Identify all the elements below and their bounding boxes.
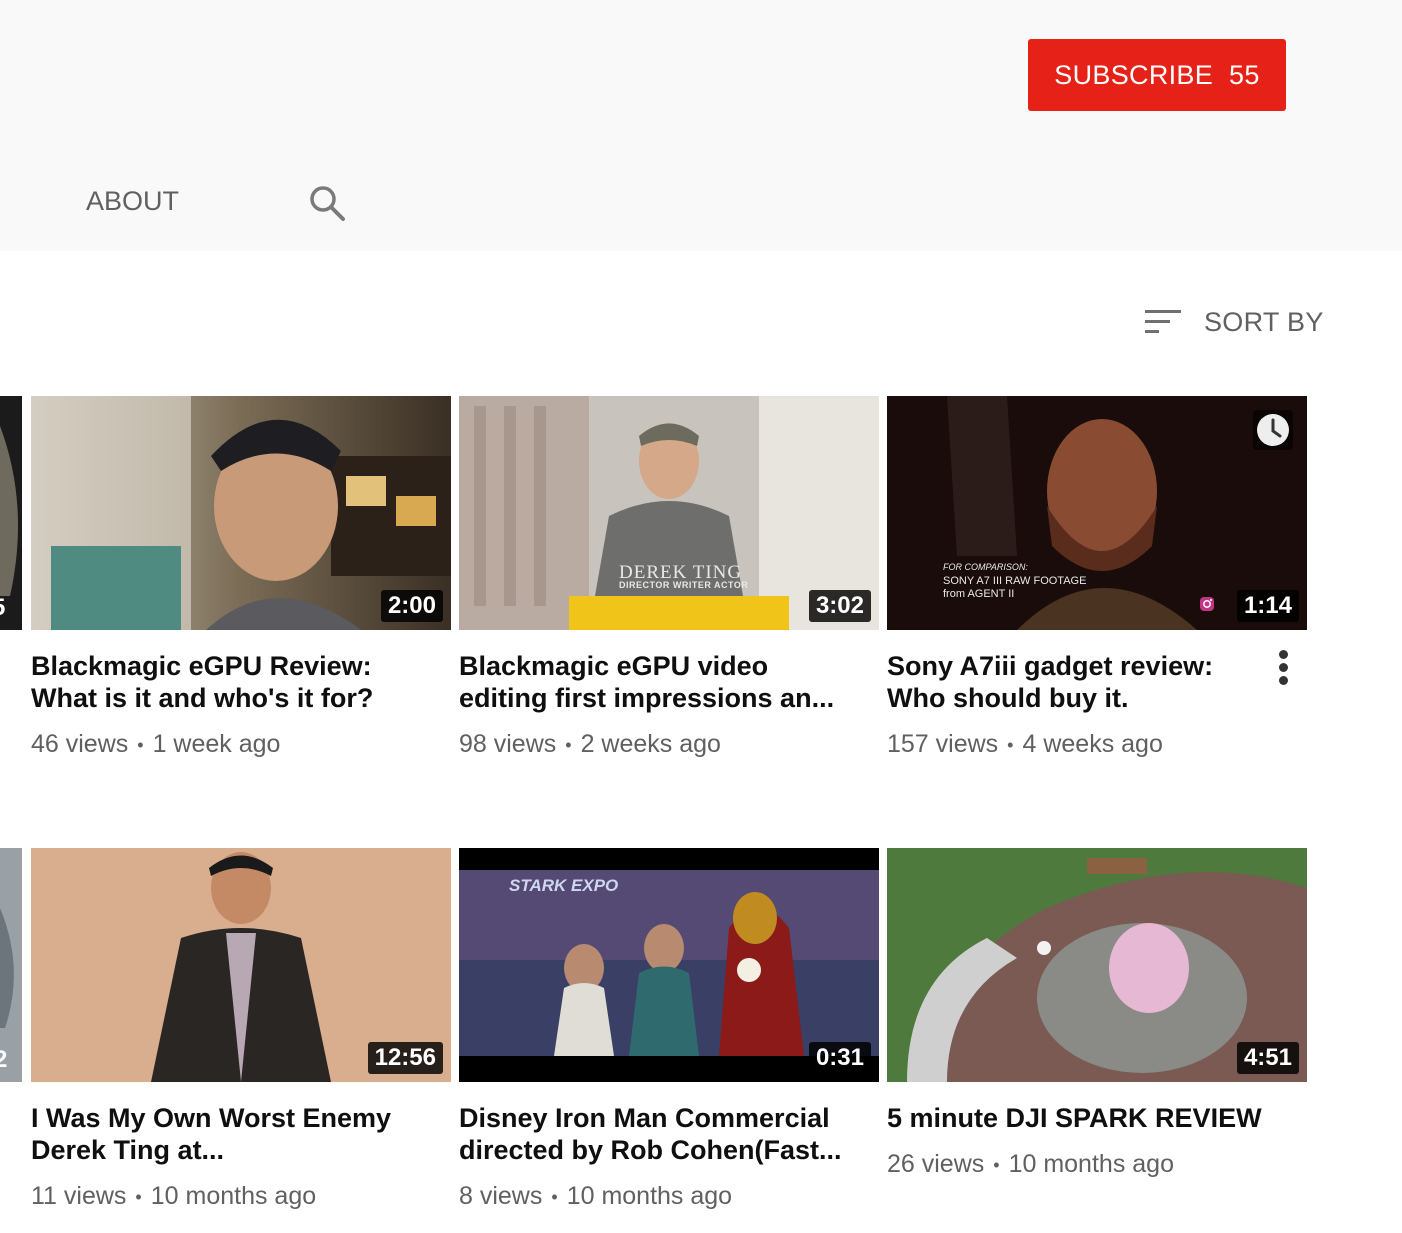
partial-video-thumbnail[interactable]: 5 [0,396,22,630]
video-meta: 26 views • 10 months ago [887,1150,1307,1179]
video-meta: 8 views • 10 months ago [459,1182,879,1211]
subscriber-count: 55 [1229,59,1260,90]
duration-badge: 1:14 [1236,590,1299,622]
view-count: 11 views [31,1182,127,1210]
view-count: 46 views [31,730,129,758]
upload-age: 1 week ago [152,730,281,758]
video-card[interactable]: 12:56 I Was My Own Worst Enemy Derek Tin… [31,848,451,1211]
view-count: 26 views [887,1150,985,1178]
thumbnail-overlay-text: FOR COMPARISON: [943,562,1028,572]
video-card[interactable]: STARK EXPO 0:31 Disney Iron Man Commerci… [459,848,879,1211]
separator-dot: • [137,734,144,755]
separator-dot: • [993,1154,1000,1175]
subscribe-label: SUBSCRIBE [1054,59,1214,90]
tab-about[interactable]: ABOUT [86,186,179,217]
upload-age: 10 months ago [150,1182,317,1210]
video-title[interactable]: Sony A7iii gadget review: Who should buy… [887,650,1277,714]
video-thumbnail[interactable]: STARK EXPO 0:31 [459,848,879,1082]
video-meta: 157 views • 4 weeks ago [887,730,1307,759]
video-card[interactable]: 4:51 5 minute DJI SPARK REVIEW 26 views •… [887,848,1307,1179]
video-title[interactable]: 5 minute DJI SPARK REVIEW [887,1102,1277,1134]
sort-icon [1145,310,1181,333]
thumbnail-overlay-subtext: DIRECTOR WRITER ACTOR [619,580,749,590]
thumbnail-overlay-text: STARK EXPO [509,876,619,895]
watch-later-button[interactable] [1253,410,1293,450]
video-meta: 98 views • 2 weeks ago [459,730,879,759]
video-thumbnail[interactable]: FOR COMPARISON: SONY A7 III RAW FOOTAGE … [887,396,1307,630]
upload-age: 4 weeks ago [1022,730,1163,758]
separator-dot: • [565,734,572,755]
video-thumbnail[interactable]: 12:56 [31,848,451,1082]
video-title[interactable]: I Was My Own Worst Enemy Derek Ting at..… [31,1102,421,1166]
video-card[interactable]: 2:00 Blackmagic eGPU Review: What is it … [31,396,451,759]
channel-header: SUBSCRIBE 55 ABOUT [0,0,1402,251]
view-count: 157 views [887,730,999,758]
separator-dot: • [135,1186,142,1207]
video-card[interactable]: DEREK TING DIRECTOR WRITER ACTOR 3:02 Bl… [459,396,879,759]
sort-by-button[interactable]: SORT BY [1142,300,1324,344]
duration-badge: 0:31 [808,1042,871,1074]
duration-badge: 2:00 [380,590,443,622]
upload-age: 10 months ago [1008,1150,1174,1178]
video-title[interactable]: Blackmagic eGPU Review: What is it and w… [31,650,421,714]
thumbnail-overlay-text: from AGENT II [943,588,1015,600]
video-card[interactable]: FOR COMPARISON: SONY A7 III RAW FOOTAGE … [887,396,1307,759]
separator-dot: • [551,1186,558,1207]
search-icon[interactable] [306,182,348,224]
clock-icon [1257,414,1289,446]
duration-badge: 5 [0,594,5,622]
video-thumbnail[interactable]: 4:51 [887,848,1307,1082]
duration-badge: 4:51 [1236,1042,1299,1074]
duration-badge: 3:02 [808,590,871,622]
sort-by-label: SORT BY [1204,306,1324,337]
video-thumbnail[interactable]: 2:00 [31,396,451,630]
video-thumbnail[interactable]: DEREK TING DIRECTOR WRITER ACTOR 3:02 [459,396,879,630]
subscribe-button[interactable]: SUBSCRIBE 55 [1028,39,1286,111]
separator-dot: • [1007,734,1014,755]
more-vert-icon[interactable] [1273,648,1295,688]
duration-badge: 2 [0,1046,8,1073]
thumbnail-overlay-text: SONY A7 III RAW FOOTAGE [943,575,1087,587]
upload-age: 10 months ago [566,1182,733,1210]
duration-badge: 12:56 [367,1042,443,1074]
video-title[interactable]: Disney Iron Man Commercial directed by R… [459,1102,849,1166]
view-count: 8 views [459,1182,543,1210]
instagram-icon [1200,597,1214,611]
partial-video-thumbnail[interactable]: 2 [0,848,22,1082]
video-title[interactable]: Blackmagic eGPU video editing first impr… [459,650,849,714]
video-meta: 46 views • 1 week ago [31,730,451,759]
view-count: 98 views [459,730,557,758]
upload-age: 2 weeks ago [580,730,721,758]
video-meta: 11 views • 10 months ago [31,1182,451,1211]
